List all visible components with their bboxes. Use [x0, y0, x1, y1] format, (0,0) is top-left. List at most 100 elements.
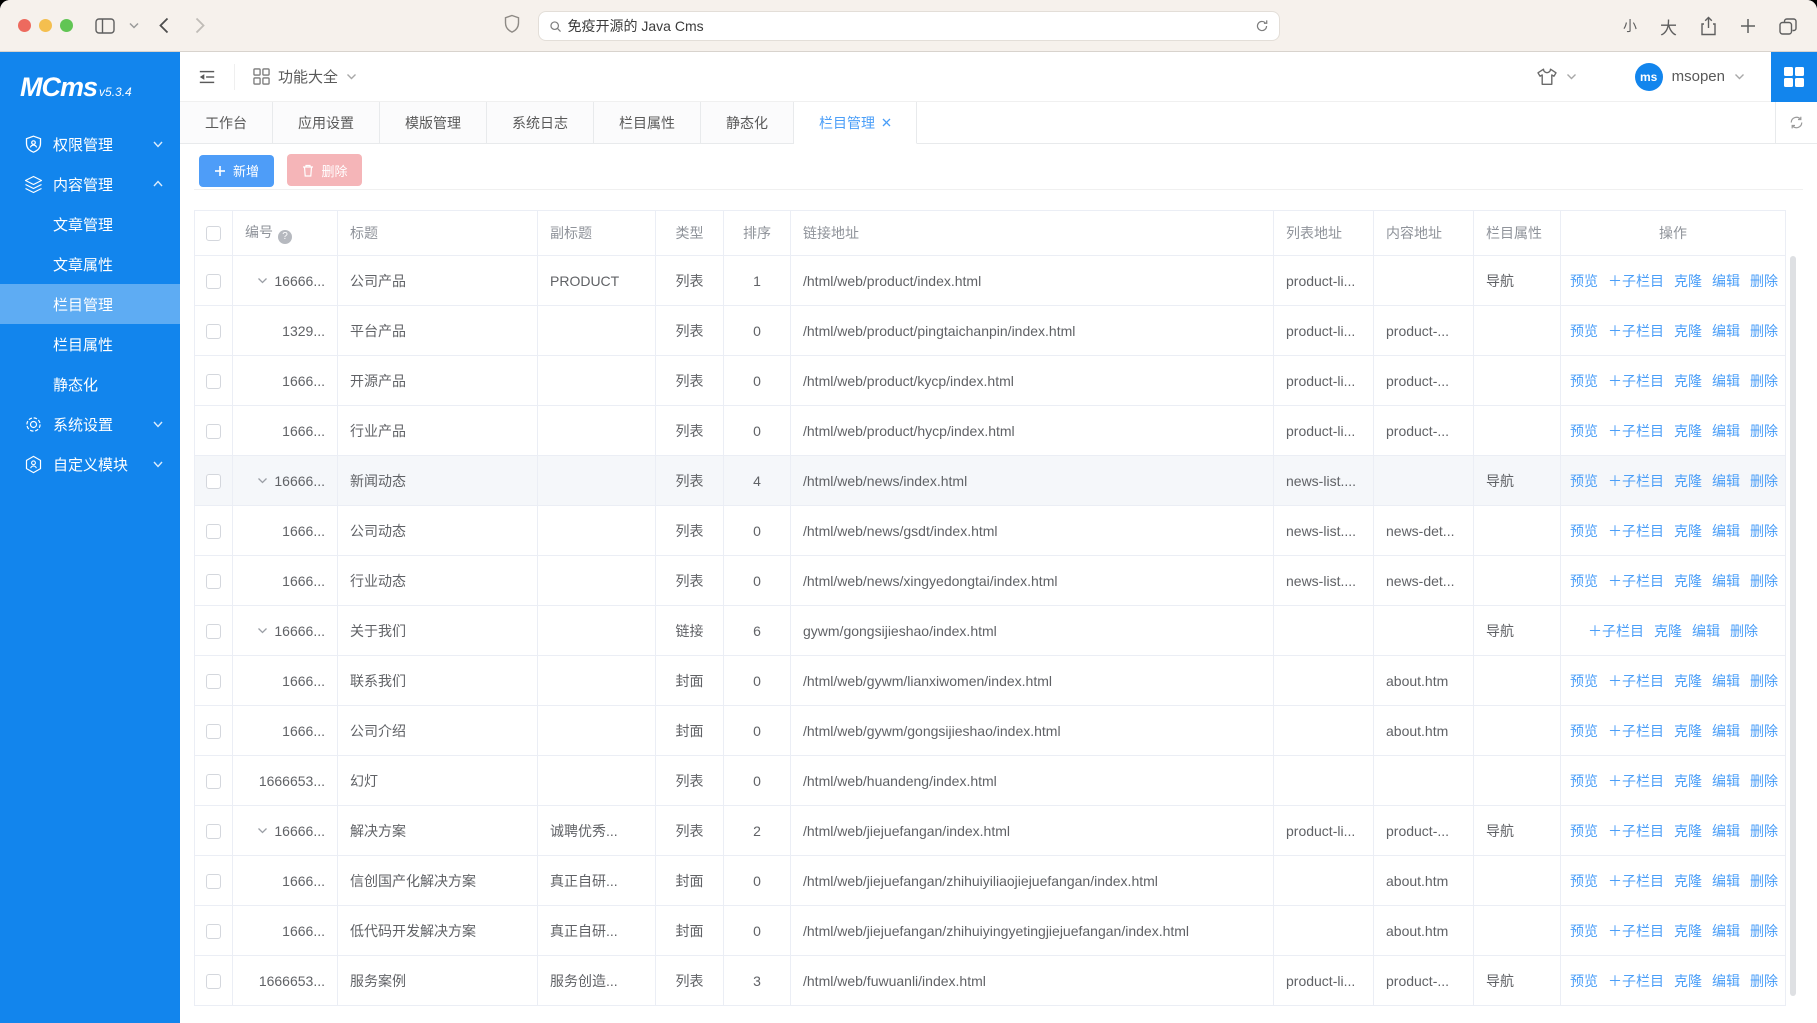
action-link[interactable]: ＋子栏目: [1608, 373, 1664, 389]
theme-dropdown[interactable]: [1536, 67, 1577, 87]
user-menu[interactable]: ms msopen: [1635, 63, 1745, 91]
action-link[interactable]: 克隆: [1674, 473, 1702, 489]
action-link[interactable]: 编辑: [1712, 923, 1740, 939]
font-larger-button[interactable]: 大: [1660, 14, 1677, 39]
action-link[interactable]: 克隆: [1674, 673, 1702, 689]
action-link[interactable]: ＋子栏目: [1588, 623, 1644, 639]
action-link[interactable]: ＋子栏目: [1608, 273, 1664, 289]
row-checkbox[interactable]: [206, 424, 221, 439]
action-link[interactable]: 预览: [1570, 823, 1598, 839]
row-checkbox[interactable]: [206, 824, 221, 839]
expand-row-icon[interactable]: [257, 625, 268, 636]
zoom-window-button[interactable]: [60, 19, 73, 32]
action-link[interactable]: 预览: [1570, 373, 1598, 389]
action-link[interactable]: 克隆: [1674, 773, 1702, 789]
close-window-button[interactable]: [18, 19, 31, 32]
action-link[interactable]: 删除: [1750, 873, 1778, 889]
apps-grid-button[interactable]: [1771, 52, 1817, 102]
sidebar-subitem[interactable]: 文章属性: [0, 244, 180, 284]
row-checkbox[interactable]: [206, 674, 221, 689]
action-link[interactable]: 克隆: [1674, 973, 1702, 989]
action-link[interactable]: ＋子栏目: [1608, 423, 1664, 439]
reload-icon[interactable]: [1255, 19, 1269, 33]
action-link[interactable]: 克隆: [1674, 823, 1702, 839]
action-link[interactable]: 编辑: [1712, 523, 1740, 539]
action-link[interactable]: ＋子栏目: [1608, 723, 1664, 739]
action-link[interactable]: ＋子栏目: [1608, 673, 1664, 689]
action-link[interactable]: 预览: [1570, 573, 1598, 589]
action-link[interactable]: 克隆: [1674, 273, 1702, 289]
action-link[interactable]: 编辑: [1712, 873, 1740, 889]
refresh-tab-button[interactable]: [1775, 102, 1817, 144]
action-link[interactable]: 删除: [1750, 823, 1778, 839]
row-checkbox[interactable]: [206, 924, 221, 939]
row-checkbox[interactable]: [206, 274, 221, 289]
row-checkbox[interactable]: [206, 624, 221, 639]
new-tab-icon[interactable]: [1740, 18, 1756, 34]
sidebar-subitem[interactable]: 栏目管理: [0, 284, 180, 324]
privacy-shield-icon[interactable]: [504, 14, 520, 34]
add-button[interactable]: 新增: [199, 155, 274, 187]
action-link[interactable]: 删除: [1750, 423, 1778, 439]
action-link[interactable]: 预览: [1570, 723, 1598, 739]
action-link[interactable]: 克隆: [1674, 873, 1702, 889]
row-checkbox[interactable]: [206, 374, 221, 389]
browser-sidebar-toggle-icon[interactable]: [95, 18, 115, 34]
action-link[interactable]: 删除: [1750, 473, 1778, 489]
vertical-scrollbar[interactable]: [1790, 256, 1796, 996]
action-link[interactable]: 预览: [1570, 423, 1598, 439]
row-checkbox[interactable]: [206, 474, 221, 489]
help-icon[interactable]: [278, 230, 292, 244]
tab-item[interactable]: 栏目管理: [794, 102, 917, 144]
tab-item[interactable]: 静态化: [701, 102, 794, 144]
sidebar-collapse-icon[interactable]: [198, 68, 216, 86]
action-link[interactable]: 删除: [1750, 723, 1778, 739]
tab-item[interactable]: 系统日志: [487, 102, 594, 144]
action-link[interactable]: 克隆: [1674, 323, 1702, 339]
action-link[interactable]: 编辑: [1712, 423, 1740, 439]
action-link[interactable]: 编辑: [1712, 973, 1740, 989]
action-link[interactable]: 编辑: [1712, 773, 1740, 789]
sidebar-item-shield[interactable]: 权限管理: [0, 124, 180, 164]
address-bar[interactable]: 免疫开源的 Java Cms: [538, 11, 1280, 41]
action-link[interactable]: 删除: [1750, 273, 1778, 289]
action-link[interactable]: ＋子栏目: [1608, 773, 1664, 789]
action-link[interactable]: 编辑: [1712, 723, 1740, 739]
chevron-down-icon[interactable]: [129, 22, 139, 29]
action-link[interactable]: 删除: [1750, 973, 1778, 989]
back-button[interactable]: [159, 17, 169, 34]
row-checkbox[interactable]: [206, 974, 221, 989]
close-tab-icon[interactable]: [882, 118, 891, 127]
row-checkbox[interactable]: [206, 524, 221, 539]
row-checkbox[interactable]: [206, 324, 221, 339]
action-link[interactable]: 删除: [1750, 573, 1778, 589]
action-link[interactable]: 克隆: [1674, 373, 1702, 389]
action-link[interactable]: 预览: [1570, 473, 1598, 489]
select-all-checkbox[interactable]: [206, 226, 221, 241]
tab-item[interactable]: 应用设置: [273, 102, 380, 144]
action-link[interactable]: 克隆: [1674, 723, 1702, 739]
action-link[interactable]: 编辑: [1712, 573, 1740, 589]
action-link[interactable]: 克隆: [1654, 623, 1682, 639]
action-link[interactable]: 删除: [1750, 673, 1778, 689]
row-checkbox[interactable]: [206, 724, 221, 739]
action-link[interactable]: 预览: [1570, 773, 1598, 789]
action-link[interactable]: 删除: [1730, 623, 1758, 639]
action-link[interactable]: 预览: [1570, 973, 1598, 989]
sidebar-item-module[interactable]: 自定义模块: [0, 444, 180, 484]
action-link[interactable]: 删除: [1750, 323, 1778, 339]
action-link[interactable]: 删除: [1750, 773, 1778, 789]
action-link[interactable]: 预览: [1570, 673, 1598, 689]
action-link[interactable]: 删除: [1750, 373, 1778, 389]
action-link[interactable]: 克隆: [1674, 423, 1702, 439]
tab-item[interactable]: 栏目属性: [594, 102, 701, 144]
tab-overview-icon[interactable]: [1779, 18, 1797, 35]
row-checkbox[interactable]: [206, 874, 221, 889]
action-link[interactable]: ＋子栏目: [1608, 973, 1664, 989]
sidebar-subitem[interactable]: 静态化: [0, 364, 180, 404]
action-link[interactable]: 预览: [1570, 923, 1598, 939]
action-link[interactable]: 克隆: [1674, 573, 1702, 589]
minimize-window-button[interactable]: [39, 19, 52, 32]
row-checkbox[interactable]: [206, 574, 221, 589]
action-link[interactable]: 编辑: [1712, 473, 1740, 489]
